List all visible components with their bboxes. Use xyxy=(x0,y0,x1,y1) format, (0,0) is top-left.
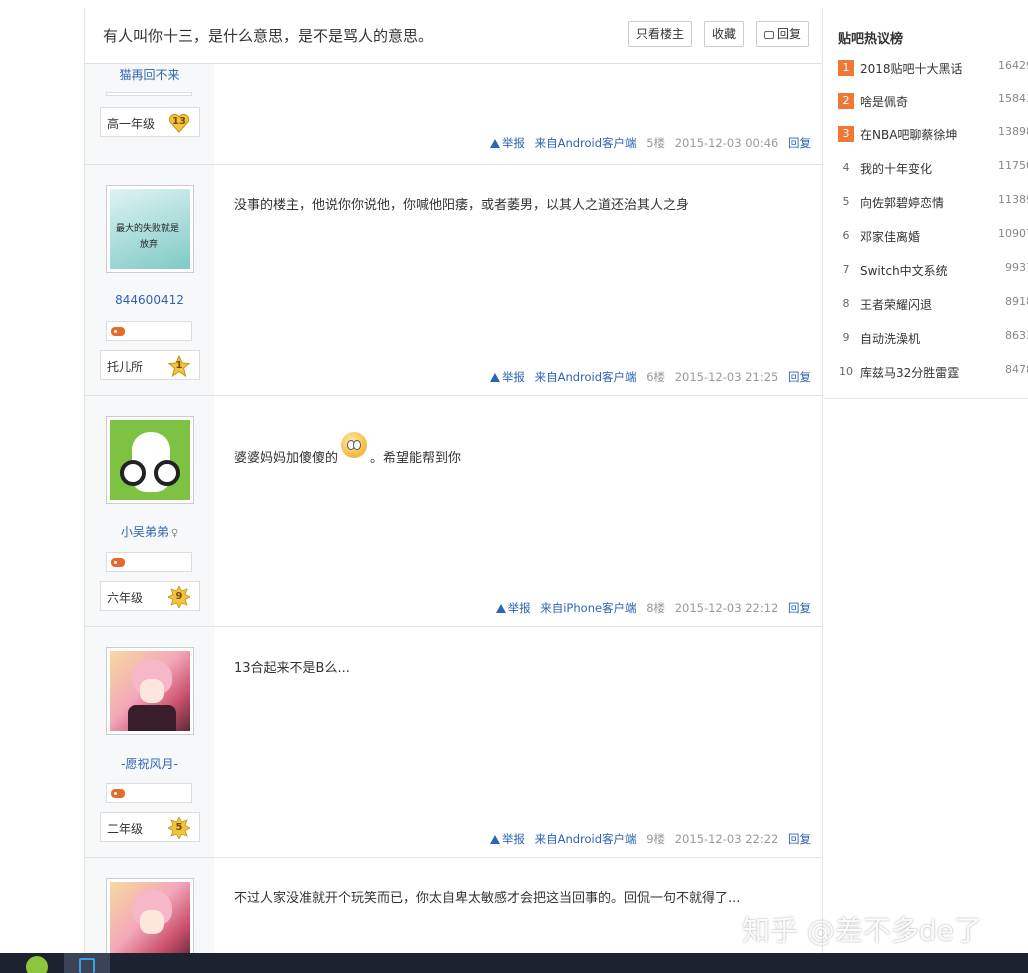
author-name[interactable]: 小吴弟弟 ♀ xyxy=(85,523,214,540)
level-number: 13 xyxy=(172,116,186,127)
badge-bar xyxy=(106,92,192,96)
gender-icon: ♀ xyxy=(170,528,179,539)
client-link[interactable]: 来自Android客户端 xyxy=(535,832,637,846)
badge-row xyxy=(106,321,192,341)
post-floor-8: 小吴弟弟 ♀ 六年级 9 婆婆妈妈加傻傻的 。希望能帮到你 举报 来自iPhone客… xyxy=(85,396,822,627)
level-name: 六年级 xyxy=(107,591,144,605)
thread-title-bar: 有人叫你十三，是什么意思，是不是骂人的意思。 只看楼主 收藏 回复 xyxy=(85,8,822,64)
level-badge[interactable]: 托儿所 1 xyxy=(100,350,200,380)
author-sidebar: -愿祝风月- 二年级 5 xyxy=(85,627,214,857)
floor-number: 9楼 xyxy=(646,832,666,846)
hot-item[interactable]: 2啥是佩奇15843 xyxy=(838,92,1028,112)
thread-title: 有人叫你十三，是什么意思，是不是骂人的意思。 xyxy=(103,27,434,45)
hot-item[interactable]: 4我的十年变化11750 xyxy=(838,159,1028,179)
post-meta: 举报 来自Android客户端 5楼 2015-12-03 00:46 回复 xyxy=(489,135,811,151)
gamepad-icon xyxy=(111,558,125,567)
report-link[interactable]: 举报 xyxy=(489,370,525,384)
avatar-text-2: 放弃 xyxy=(140,240,159,250)
level-name: 高一年级 xyxy=(107,117,156,131)
reply-link[interactable]: 回复 xyxy=(788,832,811,846)
hot-topics-panel: 贴吧热议榜 12018贴吧十大黑话16429 2啥是佩奇15843 3在NBA吧… xyxy=(824,8,1028,399)
floor-number: 6楼 xyxy=(646,370,666,384)
floor-number: 8楼 xyxy=(646,601,666,615)
level-sun-icon: 9 xyxy=(168,586,190,608)
hot-item[interactable]: 12018贴吧十大黑话16429 xyxy=(838,59,1028,79)
reply-link[interactable]: 回复 xyxy=(788,136,811,150)
post-floor-6: 最大的失败就是 放弃 844600412 托儿所 1 没事的楼主，他说你你说他，… xyxy=(85,165,822,396)
post-content: 婆婆妈妈加傻傻的 。希望能帮到你 xyxy=(234,432,461,468)
level-number: 5 xyxy=(175,822,183,833)
author-name[interactable]: 844600412 xyxy=(85,293,214,307)
report-link[interactable]: 举报 xyxy=(489,832,525,846)
level-name: 托儿所 xyxy=(107,360,144,374)
reply-button[interactable]: 回复 xyxy=(756,21,810,47)
zhihu-watermark: 知乎 @差不多de了 xyxy=(742,914,982,947)
post-time: 2015-12-03 21:25 xyxy=(674,370,779,384)
warning-icon xyxy=(495,604,506,613)
floor-number: 5楼 xyxy=(646,136,666,150)
badge-row xyxy=(106,783,192,803)
level-number: 9 xyxy=(175,591,183,602)
reply-link[interactable]: 回复 xyxy=(788,370,811,384)
post-meta: 举报 来自iPhone客户端 8楼 2015-12-03 22:12 回复 xyxy=(495,600,811,616)
level-badge[interactable]: 二年级 5 xyxy=(100,812,200,842)
badge-row xyxy=(106,552,192,572)
gamepad-icon xyxy=(111,327,125,336)
hot-item[interactable]: 8王者荣耀闪退8918 xyxy=(838,295,1028,315)
post-meta: 举报 来自Android客户端 9楼 2015-12-03 22:22 回复 xyxy=(489,831,811,847)
window-icon[interactable] xyxy=(79,958,95,973)
post-content: 13合起来不是B么... xyxy=(234,661,350,676)
thread-main: 猫再回不来 高一年级 13 举报 来自Android客户端 5楼 2015-12… xyxy=(84,8,823,953)
reply-link[interactable]: 回复 xyxy=(788,601,811,615)
author-sidebar xyxy=(85,858,214,953)
level-heart-icon: 13 xyxy=(168,112,190,134)
avatar[interactable] xyxy=(106,878,194,953)
level-badge[interactable]: 六年级 9 xyxy=(100,581,200,611)
author-sidebar: 最大的失败就是 放弃 844600412 托儿所 1 xyxy=(85,165,214,395)
only-op-button[interactable]: 只看楼主 xyxy=(628,21,693,47)
level-badge[interactable]: 高一年级 13 xyxy=(100,107,200,137)
warning-icon xyxy=(489,373,500,382)
avatar[interactable] xyxy=(106,416,194,504)
hot-topics-title: 贴吧热议榜 xyxy=(838,32,904,47)
post-meta: 举报 来自Android客户端 6楼 2015-12-03 21:25 回复 xyxy=(489,369,811,385)
warning-icon xyxy=(489,835,500,844)
hot-item[interactable]: 3在NBA吧聊蔡徐坤13898 xyxy=(838,125,1028,145)
app-icon[interactable] xyxy=(26,956,48,973)
hot-item[interactable]: 7Switch中文系统9937 xyxy=(838,261,1028,281)
hot-item[interactable]: 5向佐郭碧婷恋情11389 xyxy=(838,193,1028,213)
post-content: 不过人家没准就开个玩笑而已，你太自卑太敏感才会把这当回事的。回侃一句不就得了..… xyxy=(234,891,741,906)
hot-item[interactable]: 10库兹马32分胜雷霆8478 xyxy=(838,363,1028,383)
report-link[interactable]: 举报 xyxy=(489,136,525,150)
gamepad-icon xyxy=(111,789,125,798)
post-time: 2015-12-03 00:46 xyxy=(674,136,779,150)
avatar[interactable]: 最大的失败就是 放弃 xyxy=(106,185,194,273)
taskbar xyxy=(0,953,1028,973)
post-floor-9: -愿祝风月- 二年级 5 13合起来不是B么... 举报 来自Android客户… xyxy=(85,627,822,858)
post-time: 2015-12-03 22:12 xyxy=(674,601,779,615)
post-content: 没事的楼主，他说你你说他，你喊他阳痿，或者萎男，以其人之道还治其人之身 xyxy=(234,198,690,213)
client-link[interactable]: 来自iPhone客户端 xyxy=(540,601,636,615)
author-sidebar: 小吴弟弟 ♀ 六年级 9 xyxy=(85,396,214,626)
client-link[interactable]: 来自Android客户端 xyxy=(535,370,637,384)
level-sun-icon: 5 xyxy=(168,817,190,839)
favorite-button[interactable]: 收藏 xyxy=(704,21,745,47)
comment-icon xyxy=(764,31,774,39)
post-time: 2015-12-03 22:22 xyxy=(674,832,779,846)
report-link[interactable]: 举报 xyxy=(495,601,531,615)
author-name[interactable]: 猫再回不来 xyxy=(85,66,214,83)
hot-item[interactable]: 6邓家佳离婚10907 xyxy=(838,227,1028,247)
level-star-icon: 1 xyxy=(168,355,190,377)
level-number: 1 xyxy=(175,360,183,371)
post-next: 不过人家没准就开个玩笑而已，你太自卑太敏感才会把这当回事的。回侃一句不就得了..… xyxy=(85,858,822,953)
level-name: 二年级 xyxy=(107,822,144,836)
avatar-text: 最大的失败就是 xyxy=(116,224,180,234)
warning-icon xyxy=(489,139,500,148)
client-link[interactable]: 来自Android客户端 xyxy=(535,136,637,150)
author-name[interactable]: -愿祝风月- xyxy=(85,755,214,772)
pleading-face-emoji-icon xyxy=(341,432,368,458)
hot-item[interactable]: 9自动洗澡机8633 xyxy=(838,329,1028,349)
avatar[interactable] xyxy=(106,647,194,735)
